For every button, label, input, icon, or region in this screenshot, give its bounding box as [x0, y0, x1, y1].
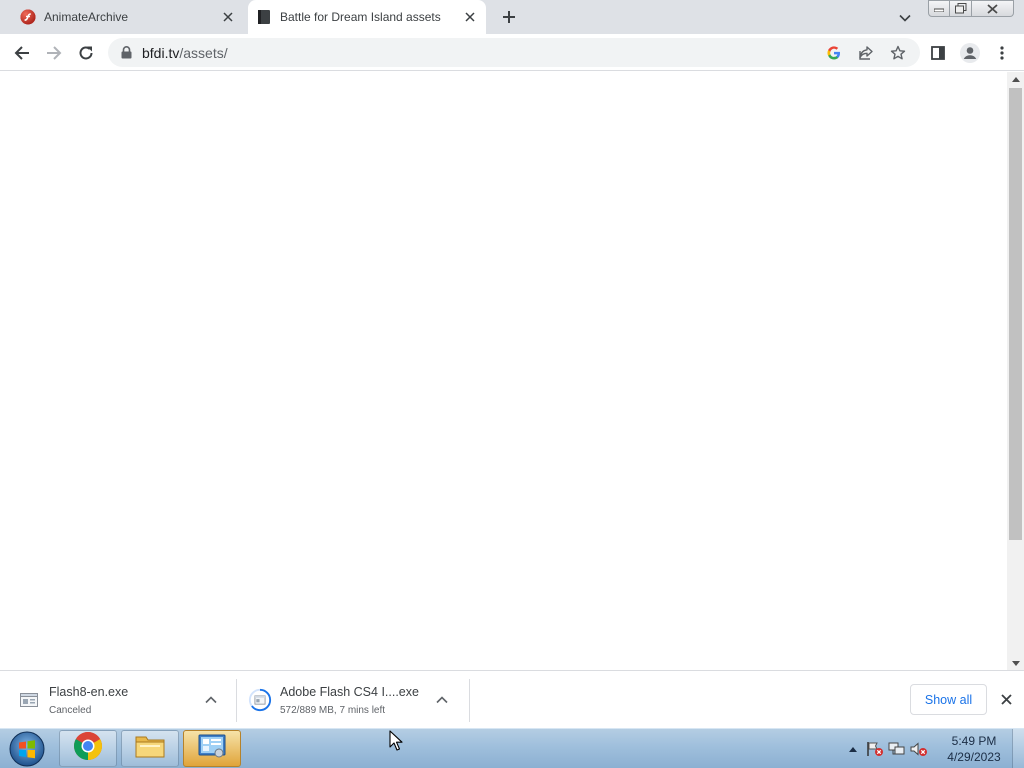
download-item[interactable]: Adobe Flash CS4 I....exe 572/889 MB, 7 m… [237, 671, 469, 729]
back-arrow-icon[interactable] [8, 39, 36, 67]
window-close-icon[interactable] [972, 0, 1014, 17]
taskbar-explorer[interactable] [121, 730, 179, 767]
url-domain: bfdi.tv [142, 44, 180, 61]
window-controls [928, 0, 1014, 18]
page-icon [256, 9, 272, 25]
tab-bfdi-assets[interactable]: Battle for Dream Island assets [248, 0, 486, 34]
profile-avatar-icon[interactable] [956, 39, 984, 67]
minimize-icon[interactable] [928, 0, 950, 17]
taskbar-chrome[interactable] [59, 730, 117, 767]
kebab-menu-icon[interactable] [988, 39, 1016, 67]
download-filename: Adobe Flash CS4 I....exe [280, 684, 419, 699]
share-icon[interactable] [854, 41, 878, 65]
chevron-up-icon[interactable] [199, 688, 223, 712]
scroll-down-arrow-icon[interactable] [1007, 656, 1024, 670]
scrollbar-thumb[interactable] [1009, 88, 1022, 540]
bookmark-star-icon[interactable] [886, 41, 910, 65]
download-status: 572/889 MB, 7 mins left [280, 704, 386, 716]
mouse-cursor-icon [389, 730, 403, 751]
restore-icon[interactable] [950, 0, 972, 17]
reload-icon[interactable] [72, 39, 100, 67]
tab-search-chevron-icon[interactable] [894, 7, 916, 29]
close-tab-icon[interactable] [460, 7, 480, 27]
network-icon[interactable] [886, 738, 908, 760]
chevron-up-icon[interactable] [430, 688, 454, 712]
volume-muted-icon[interactable] [908, 738, 930, 760]
download-info: Adobe Flash CS4 I....exe 572/889 MB, 7 m… [280, 685, 430, 716]
download-item[interactable]: Flash8-en.exe Canceled [0, 671, 236, 729]
forward-arrow-icon[interactable] [40, 39, 68, 67]
browser-toolbar: bfdi.tv/assets/ [0, 34, 1024, 71]
new-tab-icon[interactable] [498, 6, 520, 28]
show-hidden-icons-icon[interactable] [842, 738, 864, 760]
url-text[interactable]: bfdi.tv/assets/ [142, 45, 228, 61]
lock-icon[interactable] [119, 46, 133, 60]
url-path: /assets/ [179, 44, 228, 61]
taskbar-control-panel[interactable] [183, 730, 241, 767]
start-button[interactable] [4, 729, 50, 768]
show-all-button[interactable]: Show all [910, 684, 987, 715]
side-panel-icon[interactable] [924, 39, 952, 67]
download-info: Flash8-en.exe Canceled [49, 685, 199, 716]
divider [469, 679, 470, 722]
tab-animatearchive[interactable]: AnimateArchive [12, 0, 244, 34]
folder-icon [134, 732, 166, 765]
windows-taskbar: 5:49 PM 4/29/2023 [0, 728, 1024, 768]
download-status: Canceled [49, 704, 92, 716]
system-tray [842, 729, 930, 768]
google-lens-icon[interactable] [822, 41, 846, 65]
control-panel-icon [197, 732, 227, 765]
taskbar-clock[interactable]: 5:49 PM 4/29/2023 [942, 733, 1006, 765]
download-filename: Flash8-en.exe [49, 684, 129, 699]
close-shelf-icon[interactable] [995, 688, 1017, 710]
vertical-scrollbar[interactable] [1007, 72, 1024, 670]
tab-strip: AnimateArchive Battle for Dream Island a… [0, 0, 1024, 34]
close-tab-icon[interactable] [218, 7, 238, 27]
address-bar[interactable]: bfdi.tv/assets/ [108, 38, 920, 67]
installer-file-icon [17, 688, 41, 712]
clock-time: 5:49 PM [951, 734, 997, 748]
chrome-icon [73, 731, 103, 766]
flash-player-icon [20, 9, 36, 25]
tab-title: AnimateArchive [44, 10, 129, 24]
clock-date: 4/29/2023 [947, 750, 1001, 764]
download-shelf: Flash8-en.exe Canceled Adobe Flash CS4 I… [0, 670, 1024, 728]
page-content [0, 72, 1007, 670]
scroll-up-arrow-icon[interactable] [1007, 72, 1024, 86]
tab-title: Battle for Dream Island assets [280, 10, 441, 24]
downloading-progress-icon [248, 688, 272, 712]
action-center-flag-icon[interactable] [864, 738, 886, 760]
show-desktop-button[interactable] [1012, 729, 1024, 768]
